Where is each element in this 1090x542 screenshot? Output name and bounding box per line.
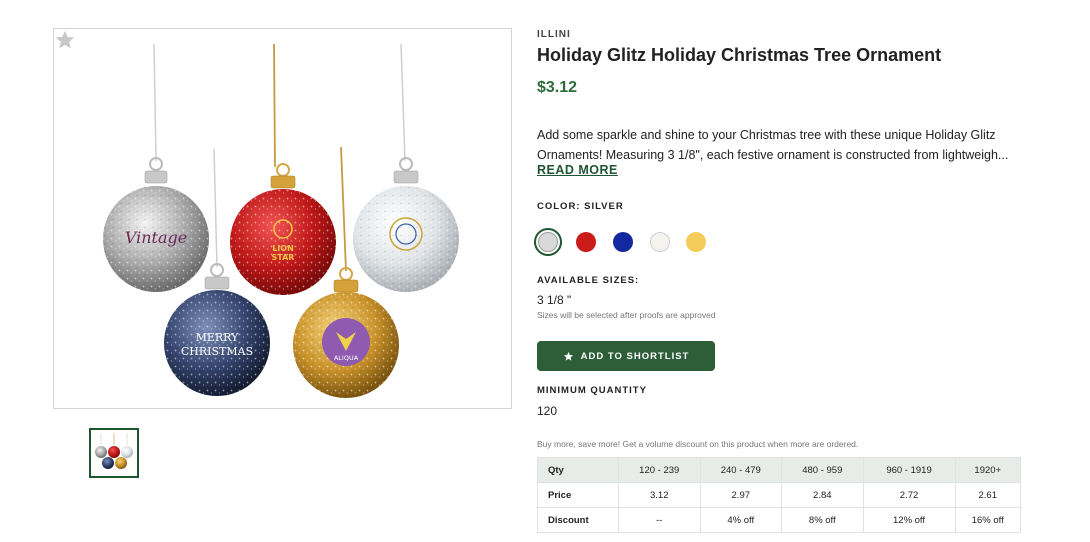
read-more-link[interactable]: READ MORE: [537, 163, 618, 177]
table-cell: 12% off: [862, 507, 956, 533]
table-cell: 120 - 239: [618, 457, 701, 483]
table-cell: Price: [537, 482, 619, 508]
volume-discount-note: Buy more, save more! Get a volume discou…: [537, 439, 859, 449]
color-swatch-white[interactable]: [650, 232, 670, 252]
table-cell: --: [618, 507, 701, 533]
table-cell: 4% off: [699, 507, 783, 533]
table-cell: Discount: [537, 507, 619, 533]
shortlist-label: ADD TO SHORTLIST: [580, 350, 690, 362]
silver-ornament: Vintage: [103, 157, 209, 292]
color-swatch-silver[interactable]: [534, 228, 562, 256]
table-row: Price 3.12 2.97 2.84 2.72 2.61: [537, 482, 1022, 508]
color-label: COLOR: SILVER: [537, 201, 624, 212]
table-row: Discount -- 4% off 8% off 12% off 16% of…: [537, 507, 1022, 533]
star-icon: [563, 351, 573, 361]
svg-text:LION: LION: [272, 244, 294, 253]
table-cell: 960 - 1919: [862, 457, 956, 483]
svg-text:MERRY: MERRY: [196, 331, 240, 344]
ornaments-illustration: Vintage LION STAR MERRY CHRISTMAS ALIQUA: [103, 43, 459, 398]
table-cell: 1920+: [954, 457, 1022, 483]
description-line-2: Ornaments! Measuring 3 1/8", each festiv…: [537, 148, 1009, 162]
table-cell: 240 - 479: [699, 457, 783, 483]
table-cell: 2.97: [699, 482, 783, 508]
svg-text:Vintage: Vintage: [125, 228, 187, 247]
svg-text:ALIQUA: ALIQUA: [334, 354, 359, 362]
minimum-quantity-label: MINIMUM QUANTITY: [537, 385, 647, 396]
add-to-shortlist-button[interactable]: ADD TO SHORTLIST: [537, 341, 715, 371]
table-cell: 3.12: [618, 482, 701, 508]
pricing-table: Qty 120 - 239 240 - 479 480 - 959 960 - …: [537, 457, 1022, 533]
white-ornament: [353, 157, 459, 292]
color-swatch-gold[interactable]: [686, 232, 706, 252]
red-ornament: LION STAR: [230, 163, 336, 295]
size-note: Sizes will be selected after proofs are …: [537, 310, 716, 320]
table-cell: 480 - 959: [781, 457, 864, 483]
product-description: Add some sparkle and shine to your Chris…: [537, 125, 1027, 165]
table-cell: 2.61: [954, 482, 1022, 508]
sizes-label: AVAILABLE SIZES:: [537, 275, 640, 286]
star-icon[interactable]: [54, 29, 76, 51]
table-cell: 2.84: [781, 482, 864, 508]
size-value: 3 1/8 ": [537, 293, 572, 307]
minimum-quantity-value: 120: [537, 404, 558, 418]
table-cell: 8% off: [781, 507, 864, 533]
description-line-1: Add some sparkle and shine to your Chris…: [537, 128, 996, 142]
svg-text:STAR: STAR: [272, 253, 295, 262]
table-cell: 16% off: [954, 507, 1022, 533]
table-cell: Qty: [537, 457, 619, 483]
table-row: Qty 120 - 239 240 - 479 480 - 959 960 - …: [537, 457, 1022, 483]
product-main-image[interactable]: Vintage LION STAR MERRY CHRISTMAS ALIQUA: [53, 28, 512, 409]
color-swatch-red[interactable]: [576, 232, 596, 252]
product-title: Holiday Glitz Holiday Christmas Tree Orn…: [537, 45, 942, 65]
product-price: $3.12: [537, 79, 578, 96]
thumbnail-image: [95, 433, 133, 469]
product-brand: ILLINI: [537, 29, 571, 40]
svg-text:CHRISTMAS: CHRISTMAS: [181, 345, 253, 358]
color-swatch-blue[interactable]: [613, 232, 633, 252]
product-thumbnail[interactable]: [89, 428, 139, 478]
table-cell: 2.72: [862, 482, 956, 508]
